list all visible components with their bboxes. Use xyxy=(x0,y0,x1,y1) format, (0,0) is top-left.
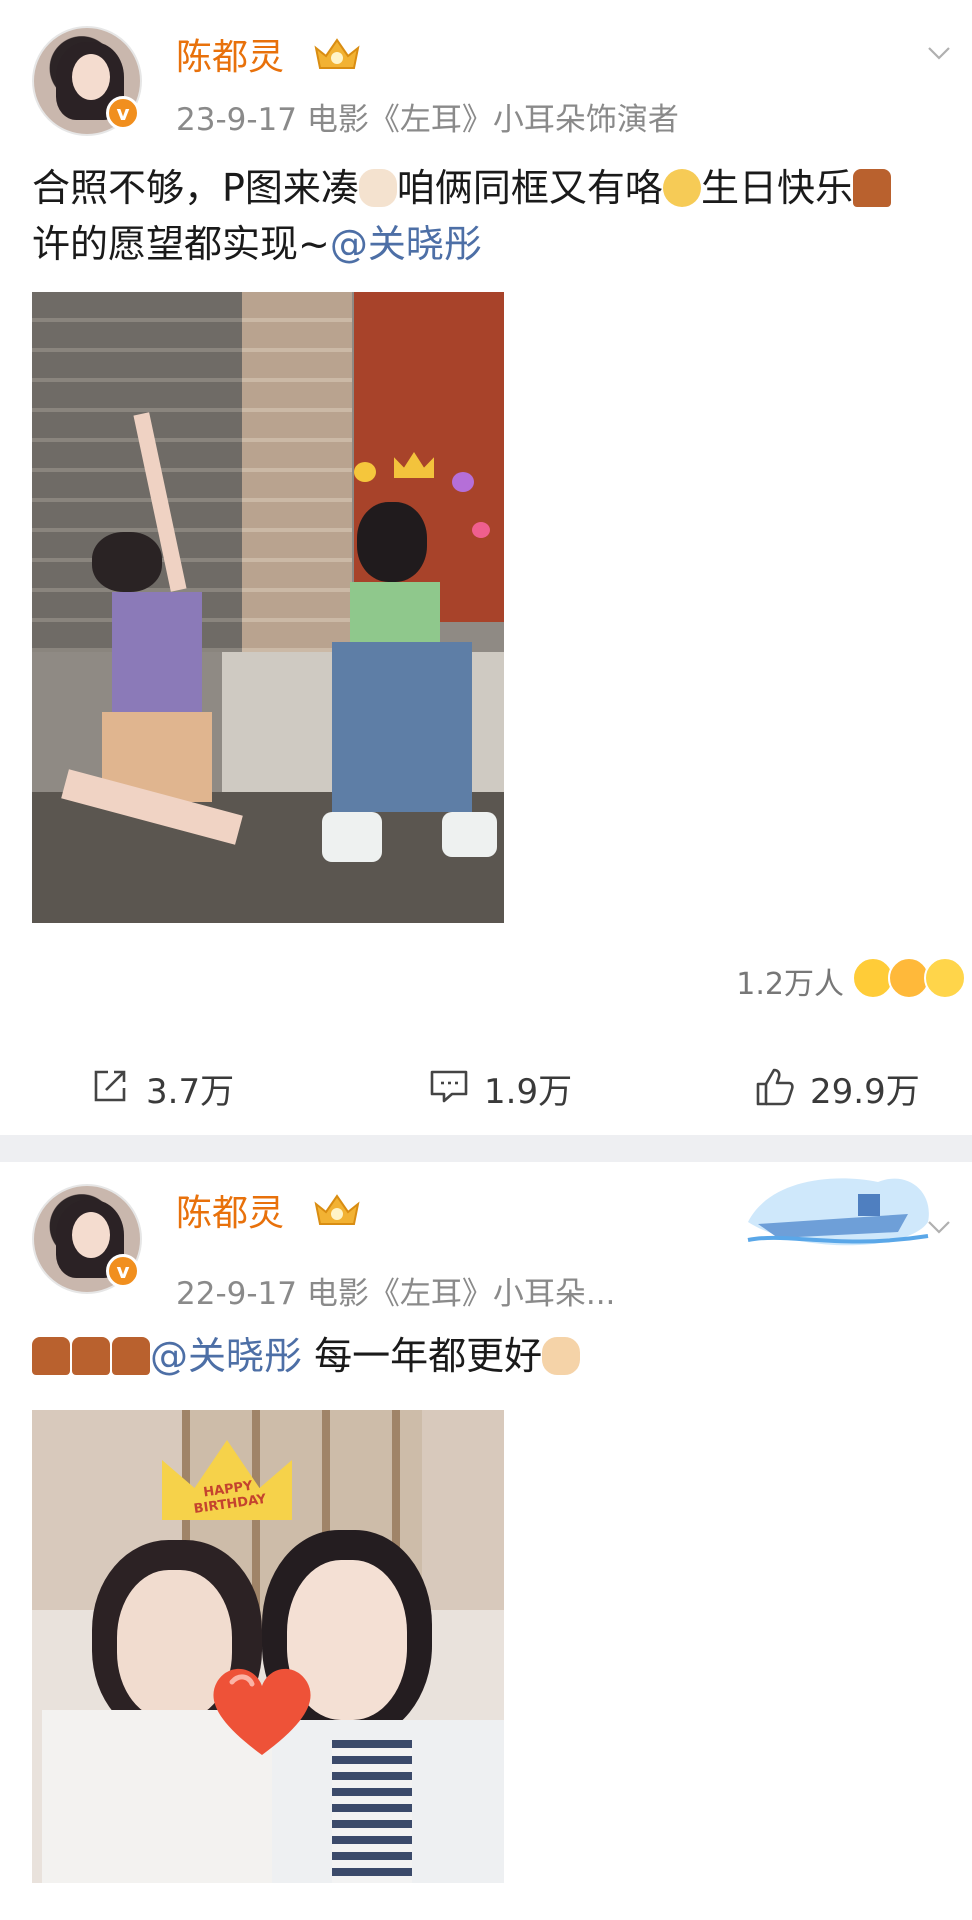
post-content: 合照不够，P图来凑 咱俩同框又有咯 生日快乐 许的愿望都实现~@关晓彤 xyxy=(32,160,891,272)
thumbs-up-icon xyxy=(756,1068,794,1106)
content-text: 每一年都更好 xyxy=(302,1334,543,1378)
repost-count: 3.7万 xyxy=(146,1072,235,1112)
reactions-summary[interactable]: 1.2万人 xyxy=(672,955,972,1005)
chevron-down-icon[interactable] xyxy=(926,40,952,66)
cake-emoji-icon xyxy=(852,169,891,207)
comment-icon xyxy=(430,1070,468,1103)
post-photo[interactable] xyxy=(32,292,504,923)
vip-crown-icon xyxy=(314,1194,360,1225)
post-content: @关晓彤 每一年都更好 xyxy=(32,1328,581,1384)
username[interactable]: 陈都灵 xyxy=(176,1184,284,1236)
mention-link[interactable]: @关晓彤 xyxy=(150,1334,302,1378)
content-text: 合照不够，P图来凑 xyxy=(32,166,359,210)
chevron-down-icon[interactable] xyxy=(926,1214,952,1240)
aircraft-carrier-decoration-icon xyxy=(747,1178,929,1246)
cake-emoji-icon xyxy=(112,1337,150,1375)
reaction-face-icon xyxy=(924,957,966,999)
heart-sticker-icon xyxy=(213,1668,311,1755)
cake-emoji-icon xyxy=(32,1337,70,1375)
cake-emoji-icon xyxy=(72,1337,110,1375)
action-bar: 3.7万 1.9万 29.9万 xyxy=(0,1050,972,1120)
repost-button[interactable]: 3.7万 xyxy=(90,1050,270,1120)
comment-count: 1.9万 xyxy=(484,1072,573,1112)
like-button[interactable]: 29.9万 xyxy=(754,1050,954,1120)
content-text: 生日快乐 xyxy=(700,166,853,210)
post-divider xyxy=(0,1135,972,1162)
reactions-count: 1.2万人 xyxy=(736,967,844,1002)
repost-icon xyxy=(94,1070,126,1102)
mention-link[interactable]: @关晓彤 xyxy=(330,222,482,266)
comment-button[interactable]: 1.9万 xyxy=(428,1050,608,1120)
victory-hand-emoji-icon xyxy=(542,1337,581,1375)
like-count: 29.9万 xyxy=(810,1072,920,1112)
username[interactable]: 陈都灵 xyxy=(176,28,284,80)
hug-emoji-icon xyxy=(662,169,701,207)
verified-v-icon: v xyxy=(106,1254,140,1288)
verified-v-icon: v xyxy=(106,96,140,130)
weibo-post: v 陈都灵 23-9-17 电影《左耳》小耳朵饰演者 合照不够，P图来凑 咱俩同框… xyxy=(0,0,972,1135)
post-meta: 23-9-17 电影《左耳》小耳朵饰演者 xyxy=(176,102,679,138)
post-photo[interactable]: HAPPY BIRTHDAY xyxy=(32,1410,504,1883)
weibo-post: v 陈都灵 22-9-17 电影《左耳》小耳朵... @关晓彤 每一年都更好 H… xyxy=(0,1162,972,1920)
post-meta: 22-9-17 电影《左耳》小耳朵... xyxy=(176,1276,616,1312)
content-text: 许的愿望都实现~ xyxy=(32,222,330,266)
vip-crown-icon xyxy=(314,38,360,69)
cat-emoji-icon xyxy=(358,169,397,207)
content-text: 咱俩同框又有咯 xyxy=(396,166,663,210)
